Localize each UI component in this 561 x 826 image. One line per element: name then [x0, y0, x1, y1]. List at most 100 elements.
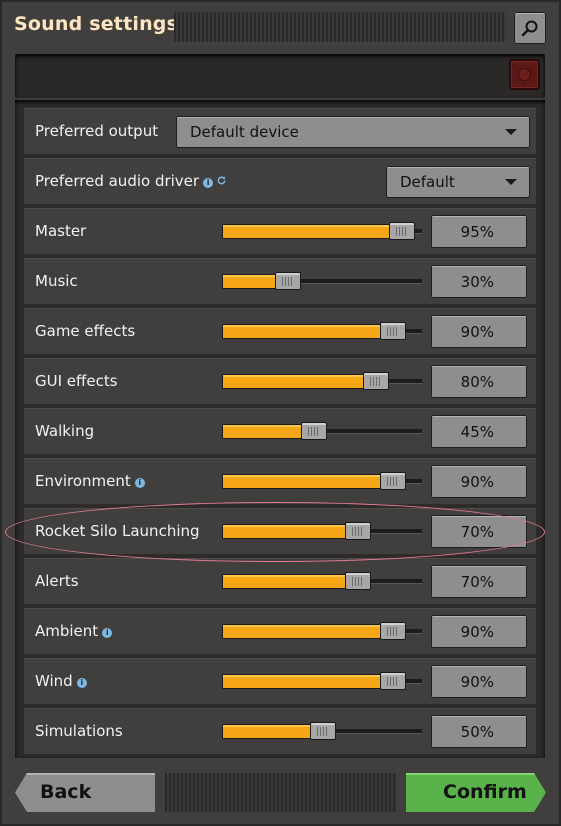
- slider-label: Alerts: [35, 572, 79, 590]
- slider-label-wrap: GUI effects: [35, 372, 118, 390]
- slider-fill: [222, 224, 397, 239]
- slider-label-wrap: Master: [35, 222, 86, 240]
- volume-slider[interactable]: [222, 422, 422, 440]
- slider-label: Environment: [35, 472, 131, 490]
- slider-handle[interactable]: [380, 322, 406, 340]
- chevron-down-icon: [505, 129, 517, 135]
- audio-driver-value: Default: [400, 173, 455, 191]
- drag-handle[interactable]: [174, 12, 506, 42]
- slider-handle[interactable]: [363, 372, 389, 390]
- slider-value-field[interactable]: 30%: [431, 265, 527, 298]
- slider-label: Wind: [35, 672, 73, 690]
- slider-value: 90%: [460, 473, 494, 491]
- volume-slider[interactable]: [222, 272, 422, 290]
- slider-value: 45%: [460, 423, 494, 441]
- slider-row: Music 30%: [24, 258, 536, 305]
- slider-value-field[interactable]: 80%: [431, 365, 527, 398]
- preferred-output-dropdown[interactable]: Default device: [176, 116, 530, 148]
- slider-handle[interactable]: [301, 422, 327, 440]
- slider-handle[interactable]: [389, 222, 415, 240]
- slider-row: Walking 45%: [24, 408, 536, 455]
- info-icon[interactable]: i: [134, 478, 145, 488]
- slider-handle[interactable]: [380, 472, 406, 490]
- row-audio-driver: Preferred audio driver i Default: [24, 158, 536, 205]
- slider-row: Rocket Silo Launching 70%: [24, 508, 536, 555]
- slider-fill: [222, 374, 371, 389]
- slider-value-field[interactable]: 50%: [431, 715, 527, 748]
- slider-label: Ambient: [35, 622, 99, 640]
- slider-label: Game effects: [35, 322, 136, 340]
- slider-fill: [222, 424, 309, 439]
- back-button[interactable]: Back: [15, 773, 155, 812]
- slider-value-field[interactable]: 70%: [431, 565, 527, 598]
- slider-label-wrap: Ambient i: [35, 622, 113, 640]
- slider-value: 90%: [460, 623, 494, 641]
- slider-value-field[interactable]: 45%: [431, 415, 527, 448]
- info-icon[interactable]: i: [76, 678, 87, 688]
- search-button[interactable]: [514, 12, 546, 44]
- reset-icon[interactable]: [216, 175, 227, 186]
- slider-handle[interactable]: [380, 622, 406, 640]
- volume-slider[interactable]: [222, 522, 422, 540]
- slider-label-wrap: Alerts: [35, 572, 79, 590]
- slider-label-wrap: Wind i: [35, 672, 87, 690]
- audio-driver-dropdown[interactable]: Default: [386, 166, 530, 198]
- slider-value-field[interactable]: 95%: [431, 215, 527, 248]
- confirm-button[interactable]: Confirm: [406, 773, 546, 812]
- slider-label: Music: [35, 272, 78, 290]
- slider-row: Simulations 50%: [24, 708, 536, 755]
- search-icon: [521, 20, 538, 37]
- slider-handle[interactable]: [345, 522, 371, 540]
- volume-slider[interactable]: [222, 622, 422, 640]
- volume-slider[interactable]: [222, 472, 422, 490]
- volume-slider[interactable]: [222, 222, 422, 240]
- red-record-button[interactable]: [509, 59, 540, 90]
- slider-row: GUI effects 80%: [24, 358, 536, 405]
- slider-handle[interactable]: [310, 722, 336, 740]
- preferred-output-value: Default device: [190, 123, 299, 141]
- volume-slider[interactable]: [222, 672, 422, 690]
- volume-slider[interactable]: [222, 722, 422, 740]
- slider-value: 80%: [460, 373, 494, 391]
- slider-row: Game effects 90%: [24, 308, 536, 355]
- slider-value: 95%: [460, 223, 494, 241]
- settings-panel: Preferred output Default device Preferre…: [15, 100, 545, 758]
- info-icon[interactable]: i: [203, 178, 214, 188]
- slider-handle[interactable]: [380, 672, 406, 690]
- slider-value: 30%: [460, 273, 494, 291]
- slider-label-wrap: Environment i: [35, 472, 145, 490]
- window-title: Sound settings: [14, 13, 179, 35]
- slider-label: Rocket Silo Launching: [35, 522, 200, 540]
- slider-fill: [222, 624, 388, 639]
- volume-slider[interactable]: [222, 572, 422, 590]
- slider-label: Master: [35, 222, 87, 240]
- slider-value-field[interactable]: 90%: [431, 615, 527, 648]
- bottom-drag-handle[interactable]: [165, 773, 397, 812]
- slider-value: 90%: [460, 323, 494, 341]
- confirm-button-label: Confirm: [443, 781, 527, 803]
- title-bar: Sound settings: [0, 0, 561, 58]
- slider-value: 50%: [460, 723, 494, 741]
- slider-value-field[interactable]: 90%: [431, 465, 527, 498]
- back-button-label: Back: [40, 781, 92, 803]
- slider-fill: [222, 474, 388, 489]
- slider-handle[interactable]: [345, 572, 371, 590]
- slider-row: Master 95%: [24, 208, 536, 255]
- slider-value-field[interactable]: 70%: [431, 515, 527, 548]
- chevron-down-icon: [505, 179, 517, 185]
- row-preferred-output: Preferred output Default device: [24, 108, 536, 155]
- slider-fill: [222, 524, 353, 539]
- volume-slider[interactable]: [222, 322, 422, 340]
- info-bar: [15, 54, 545, 98]
- info-icon[interactable]: i: [102, 628, 113, 638]
- slider-row: Environment i 90%: [24, 458, 536, 505]
- slider-row: Ambient i 90%: [24, 608, 536, 655]
- slider-value-field[interactable]: 90%: [431, 665, 527, 698]
- slider-handle[interactable]: [275, 272, 301, 290]
- slider-value: 70%: [460, 573, 494, 591]
- slider-value: 70%: [460, 523, 494, 541]
- slider-label-wrap: Simulations: [35, 722, 123, 740]
- slider-fill: [222, 324, 388, 339]
- volume-slider[interactable]: [222, 372, 422, 390]
- slider-value-field[interactable]: 90%: [431, 315, 527, 348]
